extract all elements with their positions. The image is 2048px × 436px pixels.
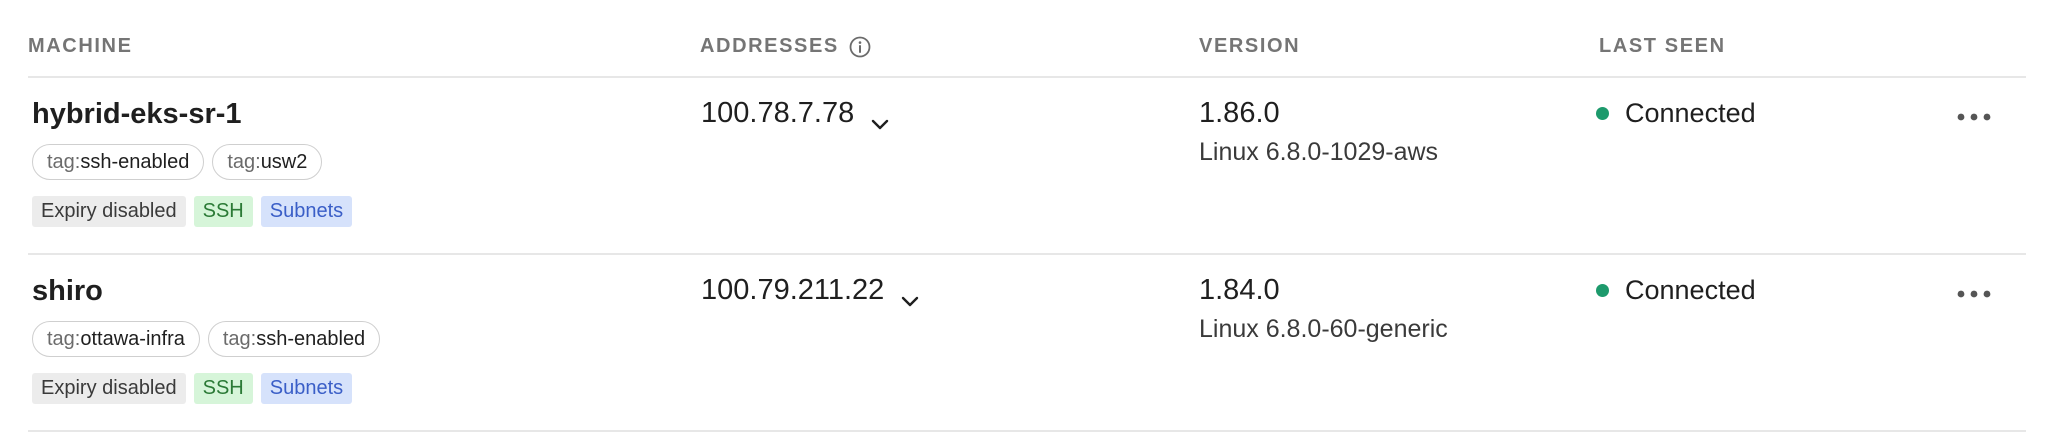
- ssh-badge: SSH: [193, 196, 253, 227]
- status-label: Connected: [1625, 98, 1756, 128]
- column-header-addresses-label: ADDRESSES: [700, 35, 839, 57]
- status-label: Connected: [1625, 275, 1756, 305]
- column-header-version-label: VERSION: [1199, 35, 1301, 57]
- more-options-button[interactable]: [1954, 279, 1994, 309]
- column-header-machine-label: MACHINE: [28, 35, 133, 57]
- version-number: 1.84.0: [1199, 274, 1280, 306]
- address-value: 100.78.7.78: [701, 97, 855, 129]
- status-indicator: Connected: [1596, 275, 1756, 306]
- info-icon[interactable]: [849, 36, 871, 58]
- tag-chip: tag: ssh-enabled: [32, 144, 205, 180]
- status-indicator: Connected: [1596, 98, 1756, 129]
- table-row[interactable]: shiro tag: ottawa-infra tag: ssh-enabled E…: [28, 255, 2026, 432]
- subnets-badge: Subnets: [260, 373, 353, 404]
- expiry-disabled-badge: Expiry disabled: [32, 196, 186, 227]
- version-number: 1.86.0: [1199, 97, 1280, 129]
- table-row[interactable]: hybrid-eks-sr-1 tag: ssh-enabled tag: usw2…: [28, 78, 2026, 255]
- more-horizontal-icon: [1957, 113, 1991, 121]
- address-dropdown[interactable]: 100.79.211.22: [701, 274, 920, 307]
- machine-name[interactable]: shiro: [32, 275, 103, 308]
- address-dropdown[interactable]: 100.78.7.78: [701, 97, 890, 130]
- column-header-addresses[interactable]: ADDRESSES: [700, 35, 871, 58]
- chevron-down-icon: [900, 284, 920, 306]
- tag-chip: tag: ssh-enabled: [207, 321, 381, 357]
- ssh-badge: SSH: [193, 373, 253, 404]
- expiry-disabled-badge: Expiry disabled: [32, 373, 186, 404]
- tag-prefix: tag:: [47, 150, 81, 173]
- machines-table: MACHINE ADDRESSES VERSION LAST SEEN hybr…: [0, 0, 2048, 436]
- tag-value: ssh-enabled: [80, 150, 190, 173]
- machine-tags: tag: ssh-enabled tag: usw2: [32, 144, 323, 180]
- column-header-machine[interactable]: MACHINE: [28, 35, 133, 58]
- subnets-badge: Subnets: [260, 196, 353, 227]
- machine-name[interactable]: hybrid-eks-sr-1: [32, 98, 242, 131]
- tag-value: ottawa-infra: [80, 327, 185, 350]
- tag-prefix: tag:: [227, 150, 261, 173]
- status-dot: [1596, 107, 1609, 120]
- os-version: Linux 6.8.0-60-generic: [1199, 315, 1448, 343]
- chevron-down-icon: [870, 107, 890, 129]
- machine-tags: tag: ottawa-infra tag: ssh-enabled: [32, 321, 381, 357]
- tag-value: usw2: [260, 150, 308, 173]
- more-horizontal-icon: [1957, 290, 1991, 298]
- tag-prefix: tag:: [222, 327, 257, 350]
- table-header: MACHINE ADDRESSES VERSION LAST SEEN: [28, 0, 2026, 78]
- more-options-button[interactable]: [1954, 102, 1994, 132]
- tag-chip: tag: ottawa-infra: [32, 321, 200, 357]
- tag-chip: tag: usw2: [212, 144, 323, 180]
- column-header-last-seen-label: LAST SEEN: [1599, 35, 1726, 57]
- machine-badges: Expiry disabled SSH Subnets: [32, 196, 353, 227]
- os-version: Linux 6.8.0-1029-aws: [1199, 138, 1439, 166]
- tag-prefix: tag:: [47, 327, 81, 350]
- column-header-last-seen[interactable]: LAST SEEN: [1599, 35, 1726, 58]
- address-value: 100.79.211.22: [701, 274, 885, 306]
- status-dot: [1596, 284, 1609, 297]
- machine-badges: Expiry disabled SSH Subnets: [32, 373, 353, 404]
- column-header-version[interactable]: VERSION: [1199, 35, 1300, 58]
- tag-value: ssh-enabled: [256, 327, 366, 350]
